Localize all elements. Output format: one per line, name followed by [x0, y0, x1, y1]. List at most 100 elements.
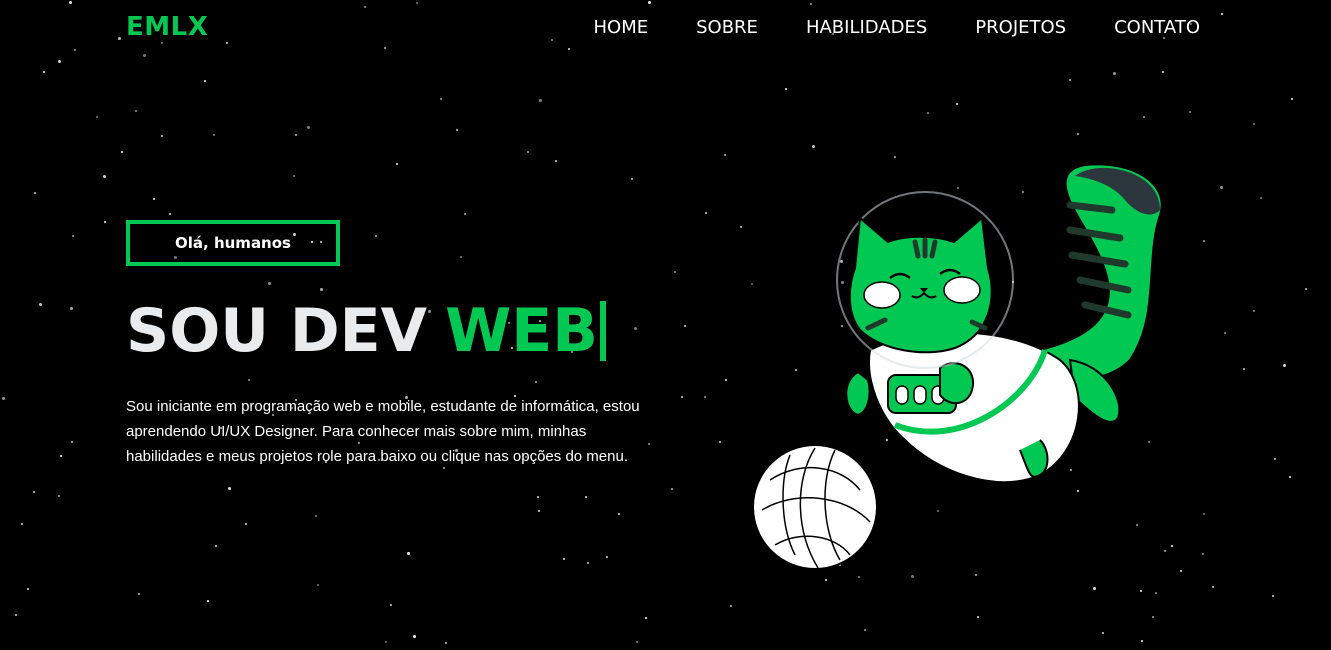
star — [135, 110, 137, 112]
star — [1274, 458, 1276, 460]
star — [295, 134, 297, 136]
astronaut-cat-with-yarn-ball-icon — [752, 163, 1163, 570]
star — [456, 129, 458, 131]
star — [1202, 553, 1204, 555]
star — [631, 178, 633, 180]
star — [1253, 310, 1255, 312]
star — [1152, 616, 1154, 618]
star — [1283, 364, 1286, 367]
star — [39, 303, 42, 306]
star — [385, 641, 387, 643]
star — [161, 42, 163, 44]
star — [555, 160, 557, 162]
star — [215, 545, 217, 547]
star — [636, 641, 638, 643]
star — [27, 588, 29, 590]
star — [445, 642, 447, 644]
star — [396, 163, 398, 165]
nav-item-habilidades[interactable]: HABILIDADES — [806, 16, 927, 40]
star — [1069, 79, 1071, 81]
star — [1289, 476, 1291, 478]
star — [956, 103, 958, 105]
star — [248, 379, 250, 381]
star — [724, 154, 726, 156]
star — [315, 515, 317, 517]
star — [671, 488, 673, 490]
star — [96, 116, 98, 118]
star — [538, 510, 540, 512]
star — [33, 491, 35, 493]
nav-item-sobre[interactable]: SOBRE — [696, 16, 758, 40]
star — [648, 443, 650, 445]
star — [1189, 111, 1191, 113]
nav-item-home[interactable]: HOME — [594, 16, 649, 40]
nav-item-contato[interactable]: CONTATO — [1114, 16, 1200, 40]
star — [293, 175, 295, 177]
star — [1224, 332, 1226, 334]
star — [1221, 13, 1223, 15]
star — [618, 513, 620, 515]
star — [416, 2, 418, 4]
star — [34, 192, 36, 194]
star — [1212, 586, 1214, 588]
star — [704, 396, 706, 398]
main-nav: HOME SOBRE HABILIDADES PROJETOS CONTATO — [594, 16, 1201, 40]
star — [307, 126, 310, 129]
star — [1155, 592, 1157, 594]
star — [43, 71, 45, 73]
star — [138, 593, 140, 595]
star — [725, 379, 727, 381]
star — [118, 37, 121, 40]
star — [1102, 632, 1104, 634]
typing-cursor — [599, 301, 606, 361]
headline-accent: WEB — [445, 296, 598, 366]
star — [245, 523, 247, 525]
star — [551, 39, 553, 41]
star — [364, 6, 366, 8]
star — [634, 327, 637, 330]
star — [464, 213, 466, 215]
star — [317, 584, 319, 586]
star — [390, 604, 392, 606]
star — [1253, 123, 1255, 125]
star — [1272, 595, 1274, 597]
headline-plain: SOU DEV — [126, 296, 428, 366]
star — [730, 605, 732, 607]
star — [1220, 186, 1223, 189]
star — [69, 1, 72, 4]
star — [58, 495, 60, 497]
star — [60, 455, 62, 457]
hero-intro: Sou iniciante em programação web e mobil… — [126, 398, 640, 465]
star — [207, 600, 209, 602]
star — [72, 235, 74, 237]
star — [121, 151, 123, 153]
star — [1141, 640, 1143, 642]
star — [70, 307, 73, 310]
star — [527, 151, 529, 153]
star — [228, 487, 231, 490]
star — [864, 629, 866, 631]
star — [153, 198, 155, 200]
star — [1180, 570, 1182, 572]
star — [681, 396, 683, 398]
star — [375, 235, 377, 237]
star — [15, 614, 17, 616]
star — [1305, 288, 1307, 290]
star — [537, 496, 539, 498]
star — [648, 1, 651, 4]
star — [674, 271, 676, 273]
star — [413, 635, 416, 638]
star — [705, 212, 707, 214]
star — [213, 134, 215, 136]
star — [585, 496, 587, 498]
star — [440, 98, 442, 100]
star — [539, 99, 542, 102]
star — [1203, 240, 1205, 242]
star — [103, 175, 106, 178]
star — [161, 135, 163, 137]
star — [719, 441, 721, 443]
logo[interactable]: EMLX — [126, 12, 208, 42]
star — [1077, 133, 1079, 135]
star — [927, 112, 929, 114]
nav-item-projetos[interactable]: PROJETOS — [975, 16, 1066, 40]
